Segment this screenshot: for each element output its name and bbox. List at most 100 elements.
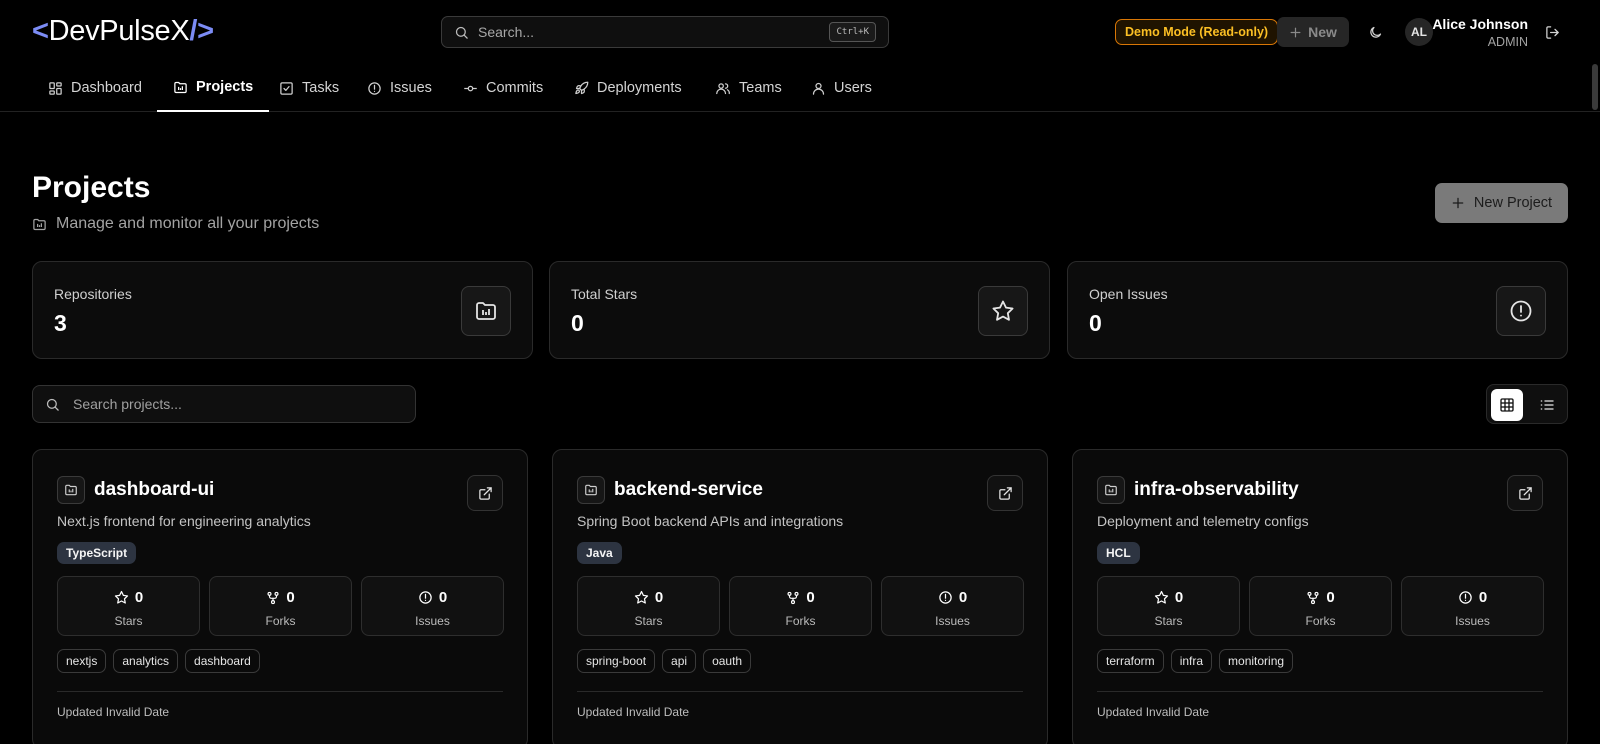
tab-deployments[interactable]: Deployments: [558, 64, 698, 112]
topic-tag[interactable]: analytics: [113, 649, 179, 673]
language-badge: Java: [577, 542, 622, 564]
topic-tag[interactable]: spring-boot: [577, 649, 656, 673]
logo-text: DevPulseX: [48, 15, 190, 47]
stars-count: 0: [134, 589, 144, 606]
logout-button[interactable]: [1541, 21, 1563, 43]
forks-label: Forks: [1305, 614, 1336, 628]
project-folder-badge: [1097, 476, 1125, 504]
project-tags: nextjs analytics dashboard: [57, 649, 260, 673]
list-view-button[interactable]: [1531, 389, 1563, 421]
tab-projects-label: Projects: [196, 79, 254, 95]
stat-value: 0: [571, 310, 584, 336]
updated-date: Updated Invalid Date: [57, 705, 170, 719]
open-external-button[interactable]: [467, 475, 503, 511]
project-card[interactable]: infra-observability Deployment and telem…: [1072, 449, 1568, 744]
user-role: ADMIN: [1487, 35, 1528, 49]
external-link-icon: [998, 486, 1012, 500]
stat-label: Open Issues: [1089, 286, 1168, 302]
logout-icon: [1545, 25, 1559, 39]
tab-teams[interactable]: Teams: [699, 64, 798, 112]
topic-tag[interactable]: terraform: [1097, 649, 1164, 673]
tab-dashboard-label: Dashboard: [71, 80, 142, 96]
fork-icon: [787, 591, 799, 604]
external-link-icon: [1518, 486, 1532, 500]
stat-icon-box: [461, 286, 511, 336]
issues-count: 0: [1478, 589, 1488, 606]
star-icon: [634, 590, 648, 604]
project-search[interactable]: [32, 385, 416, 423]
page-scrollbar[interactable]: [1592, 64, 1598, 110]
tasks-icon: [280, 81, 293, 95]
stat-label: Repositories: [54, 286, 132, 302]
star-icon: [114, 590, 128, 604]
global-search-input[interactable]: [478, 24, 830, 40]
grid-icon: [1500, 398, 1514, 412]
forks-metric: 0 Forks: [1249, 576, 1392, 636]
project-name[interactable]: backend-service: [614, 479, 763, 501]
project-name[interactable]: dashboard-ui: [94, 479, 214, 501]
logo-bracket-close: />: [189, 15, 214, 47]
moon-icon: [1369, 26, 1381, 38]
page-subtitle: Manage and monitor all your projects: [32, 215, 319, 233]
folder-icon: [585, 484, 597, 496]
project-card[interactable]: backend-service Spring Boot backend APIs…: [552, 449, 1048, 744]
topic-tag[interactable]: infra: [1170, 649, 1213, 673]
forks-metric: 0 Forks: [729, 576, 872, 636]
topic-tag[interactable]: monitoring: [1219, 649, 1294, 673]
rocket-icon: [575, 81, 589, 94]
stat-icon-box: [1496, 286, 1546, 336]
stars-label: Stars: [634, 614, 663, 628]
search-shortcut-badge: Ctrl+K: [829, 22, 876, 42]
open-external-button[interactable]: [1507, 475, 1543, 511]
project-description: Spring Boot backend APIs and integration…: [577, 513, 844, 529]
tab-users-label: Users: [834, 80, 872, 96]
forks-label: Forks: [265, 614, 296, 628]
project-folder-badge: [577, 476, 605, 504]
new-project-button[interactable]: New Project: [1435, 183, 1568, 223]
alert-circle-icon: [939, 591, 952, 604]
tab-commits-label: Commits: [486, 80, 544, 96]
theme-toggle-button[interactable]: [1362, 19, 1388, 45]
project-card[interactable]: dashboard-ui Next.js frontend for engine…: [32, 449, 528, 744]
repo-icon: [476, 302, 496, 320]
topic-tag[interactable]: oauth: [703, 649, 752, 673]
language-badge: HCL: [1097, 542, 1140, 564]
project-tags: terraform infra monitoring: [1097, 649, 1294, 673]
global-search[interactable]: Ctrl+K: [441, 16, 889, 48]
topic-tag[interactable]: dashboard: [185, 649, 260, 673]
tab-projects[interactable]: Projects: [157, 64, 270, 112]
open-external-button[interactable]: [987, 475, 1023, 511]
stat-value: 0: [1089, 310, 1102, 336]
search-icon: [46, 398, 59, 411]
stars-count: 0: [1174, 589, 1184, 606]
card-divider: [577, 691, 1023, 692]
tab-dashboard[interactable]: Dashboard: [32, 64, 158, 112]
topic-tag[interactable]: nextjs: [57, 649, 107, 673]
tab-issues[interactable]: Issues: [351, 64, 448, 112]
stat-icon-box: [978, 286, 1028, 336]
avatar[interactable]: AL: [1405, 18, 1433, 46]
dashboard-icon: [49, 81, 62, 95]
external-link-icon: [478, 486, 492, 500]
folder-icon: [65, 484, 77, 496]
grid-view-button[interactable]: [1491, 389, 1523, 421]
top-bar: < DevPulseX /> Ctrl+K Demo Mode (Read-on…: [0, 0, 1600, 64]
demo-mode-badge: Demo Mode (Read-only): [1115, 19, 1279, 45]
new-button[interactable]: New: [1277, 17, 1349, 47]
tab-tasks[interactable]: Tasks: [263, 64, 355, 112]
tab-users[interactable]: Users: [795, 64, 888, 112]
new-button-label: New: [1308, 24, 1337, 40]
star-icon: [992, 300, 1014, 321]
issues-metric: 0 Issues: [1401, 576, 1544, 636]
folder-icon: [33, 218, 46, 230]
user-icon: [812, 82, 825, 95]
project-search-input[interactable]: [73, 396, 403, 412]
project-name[interactable]: infra-observability: [1134, 479, 1299, 501]
app-logo[interactable]: < DevPulseX />: [32, 15, 214, 48]
stars-label: Stars: [114, 614, 143, 628]
updated-date: Updated Invalid Date: [1097, 705, 1210, 719]
tab-commits[interactable]: Commits: [447, 64, 559, 112]
folder-icon: [1105, 484, 1117, 496]
topic-tag[interactable]: api: [662, 649, 697, 673]
forks-count: 0: [806, 589, 815, 606]
